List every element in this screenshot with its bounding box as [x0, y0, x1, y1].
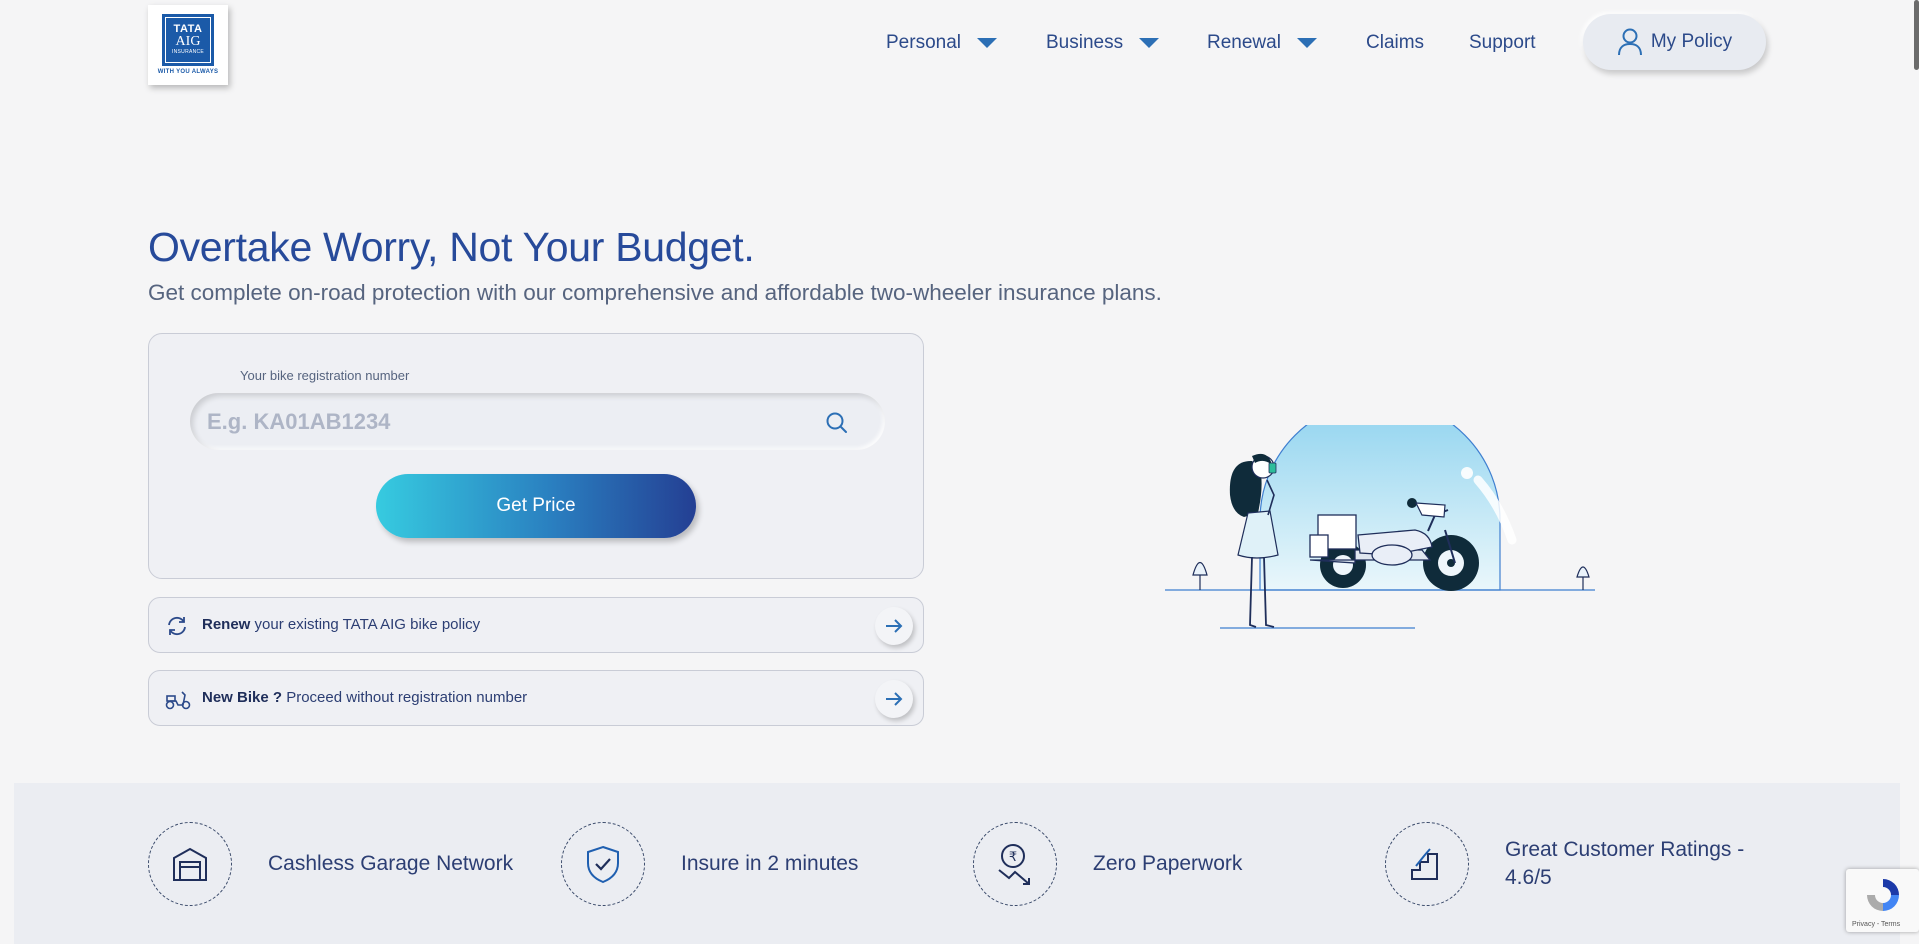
shield-check-icon [587, 845, 619, 884]
new-bike-link-rest: Proceed without registration number [282, 689, 528, 706]
feature-cashless-garage: Cashless Garage Network [148, 822, 513, 906]
new-bike-arrow-button[interactable] [875, 680, 913, 718]
nav-personal-label: Personal [886, 32, 961, 53]
get-price-button[interactable]: Get Price [376, 474, 696, 538]
feature-icon-circle [561, 822, 645, 906]
renew-icon [168, 616, 186, 636]
nav-support-label: Support [1469, 32, 1536, 53]
my-policy-button[interactable]: My Policy [1583, 14, 1766, 70]
feature-label: Cashless Garage Network [268, 852, 514, 875]
arrow-right-icon [886, 619, 903, 633]
search-icon[interactable] [825, 411, 849, 435]
scooter-icon [165, 691, 191, 710]
rupee-down-icon: ₹ [998, 844, 1030, 885]
recaptcha-icon [1867, 879, 1899, 911]
feature-label: Zero Paperwork [1093, 852, 1243, 875]
caret-down-icon [1139, 38, 1160, 48]
renew-link-rest: your existing TATA AIG bike policy [250, 616, 481, 633]
renew-link-text: Renew your existing TATA AIG bike policy [202, 616, 480, 633]
registration-search-box [190, 392, 885, 451]
feature-label: Great Customer Ratings - 4.6/5 [1505, 838, 1745, 889]
site-header: TATA AIG INSURANCE WITH YOU ALWAYS Perso… [0, 0, 1919, 100]
feature-zero-paperwork: ₹ Zero Paperwork [973, 822, 1242, 906]
page-scrollbar[interactable] [1914, 0, 1919, 70]
registration-field-label: Your bike registration number [240, 368, 410, 383]
my-policy-label: My Policy [1650, 31, 1733, 52]
svg-text:₹: ₹ [1009, 850, 1017, 865]
logo-tagline: WITH YOU ALWAYS [157, 69, 219, 75]
nav-business[interactable]: Business [1046, 30, 1160, 56]
feature-icon-circle [1385, 822, 1469, 906]
arrow-right-icon [886, 692, 903, 706]
hero-subtitle: Get complete on-road protection with our… [148, 280, 1162, 305]
nav-support[interactable]: Support [1469, 30, 1536, 56]
stairs-icon [1411, 848, 1438, 880]
nav-personal[interactable]: Personal [886, 30, 997, 56]
woman-with-bike-illustration [1165, 425, 1595, 629]
nav-claims-label: Claims [1366, 32, 1425, 53]
feature-icon-circle [148, 822, 232, 906]
renew-policy-link[interactable]: Renew your existing TATA AIG bike policy [148, 597, 924, 653]
user-icon [1617, 28, 1642, 56]
new-bike-link-bold: New Bike ? [202, 689, 283, 706]
caret-down-icon [1296, 38, 1317, 48]
nav-renewal-label: Renewal [1207, 32, 1281, 53]
registration-number-input[interactable] [205, 392, 809, 451]
nav-claims[interactable]: Claims [1366, 30, 1424, 56]
nav-business-label: Business [1046, 32, 1124, 53]
renew-link-bold: Renew [202, 616, 251, 633]
caret-down-icon [977, 38, 997, 48]
feature-customer-ratings: Great Customer Ratings - 4.6/5 [1385, 822, 1765, 906]
renew-arrow-button[interactable] [875, 607, 913, 645]
recaptcha-badge[interactable]: Privacy - Terms [1846, 869, 1919, 932]
garage-icon [173, 847, 207, 881]
feature-icon-circle: ₹ [973, 822, 1057, 906]
new-bike-link-text: New Bike ? Proceed without registration … [202, 689, 527, 706]
feature-label: Insure in 2 minutes [681, 852, 859, 875]
get-price-label: Get Price [496, 495, 576, 516]
nav-renewal[interactable]: Renewal [1207, 30, 1317, 56]
recaptcha-links[interactable]: Privacy - Terms [1852, 921, 1900, 928]
feature-insure-2-minutes: Insure in 2 minutes [561, 822, 858, 906]
new-bike-link[interactable]: New Bike ? Proceed without registration … [148, 670, 924, 726]
hero-title: Overtake Worry, Not Your Budget. [148, 224, 755, 270]
